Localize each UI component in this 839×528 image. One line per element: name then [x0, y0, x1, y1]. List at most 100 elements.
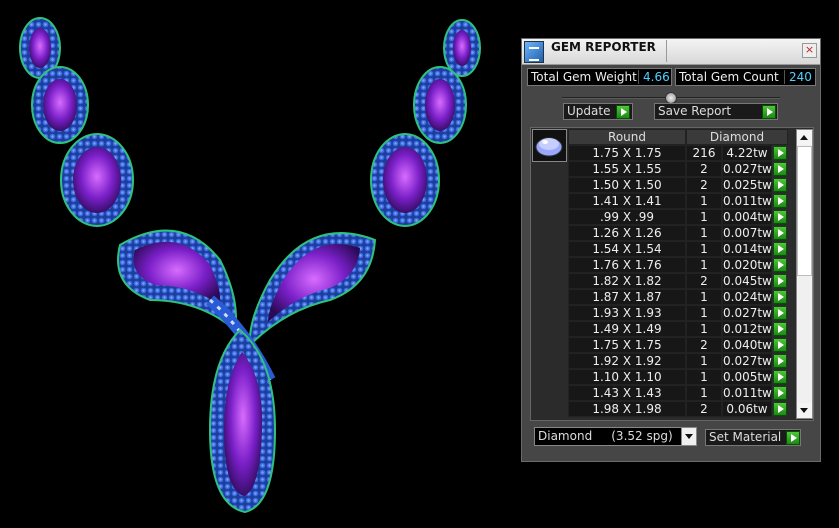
gem-count-cell: 1 — [686, 241, 722, 257]
design-viewport[interactable] — [0, 0, 520, 528]
table-row[interactable]: .99 X .99 1 0.004tw — [568, 209, 788, 225]
gem-weight-cell: 0.06tw — [722, 401, 772, 417]
select-gem-arrow-icon[interactable] — [773, 354, 787, 368]
table-row[interactable]: 1.49 X 1.49 1 0.012tw — [568, 321, 788, 337]
select-gem-arrow-icon[interactable] — [773, 146, 787, 160]
gem-weight-cell: 4.22tw — [722, 145, 772, 161]
close-icon[interactable]: × — [802, 43, 817, 58]
necklace-render — [19, 17, 481, 514]
table-row[interactable]: 1.26 X 1.26 1 0.007tw — [568, 225, 788, 241]
update-arrow-icon[interactable] — [616, 105, 630, 119]
select-gem-arrow-icon[interactable] — [773, 402, 787, 416]
gem-size-cell: 1.41 X 1.41 — [568, 193, 686, 209]
set-material-arrow-icon[interactable] — [786, 431, 800, 445]
total-gem-count-label: Total Gem Count — [679, 70, 779, 84]
gem-size-cell: 1.76 X 1.76 — [568, 257, 686, 273]
save-report-button[interactable]: Save Report — [654, 103, 778, 120]
select-gem-arrow-icon[interactable] — [773, 322, 787, 336]
gem-weight-cell: 0.025tw — [722, 177, 772, 193]
update-button-label: Update — [567, 104, 611, 118]
gem-size-cell: 1.54 X 1.54 — [568, 241, 686, 257]
title-bar[interactable]: GEM REPORTER × — [522, 39, 820, 65]
gem-count-cell: 2 — [686, 161, 722, 177]
left-strand — [19, 17, 237, 332]
table-row[interactable]: 1.98 X 1.98 2 0.06tw — [568, 401, 788, 417]
gem-count-cell: 1 — [686, 385, 722, 401]
gem-weight-cell: 0.005tw — [722, 369, 772, 385]
title-divider — [666, 40, 667, 62]
column-header-shape: Round — [568, 129, 686, 145]
gem-weight-cell: 0.007tw — [722, 225, 772, 241]
gem-weight-cell: 0.045tw — [722, 273, 772, 289]
table-row[interactable]: 1.76 X 1.76 1 0.020tw — [568, 257, 788, 273]
gem-weight-cell: 0.014tw — [722, 241, 772, 257]
select-gem-arrow-icon[interactable] — [773, 242, 787, 256]
select-gem-arrow-icon[interactable] — [773, 290, 787, 304]
select-gem-arrow-icon[interactable] — [773, 226, 787, 240]
gem-size-cell: 1.50 X 1.50 — [568, 177, 686, 193]
select-gem-arrow-icon[interactable] — [773, 338, 787, 352]
table-row[interactable]: 1.50 X 1.50 2 0.025tw — [568, 177, 788, 193]
total-gem-weight-value: 4.66 — [638, 70, 671, 84]
gem-size-cell: 1.55 X 1.55 — [568, 161, 686, 177]
gem-count-cell: 2 — [686, 337, 722, 353]
round-gem-thumbnail[interactable] — [532, 129, 567, 162]
gem-weight-cell: 0.027tw — [722, 161, 772, 177]
gem-size-cell: 1.98 X 1.98 — [568, 401, 686, 417]
select-gem-arrow-icon[interactable] — [773, 274, 787, 288]
gem-count-cell: 216 — [686, 145, 722, 161]
table-row[interactable]: 1.10 X 1.10 1 0.005tw — [568, 369, 788, 385]
gem-count-cell: 1 — [686, 353, 722, 369]
report-icon — [524, 41, 544, 63]
select-gem-arrow-icon[interactable] — [773, 306, 787, 320]
table-row[interactable]: 1.75 X 1.75 216 4.22tw — [568, 145, 788, 161]
table-row[interactable]: 1.82 X 1.82 2 0.045tw — [568, 273, 788, 289]
table-row[interactable]: 1.54 X 1.54 1 0.014tw — [568, 241, 788, 257]
select-gem-arrow-icon[interactable] — [773, 162, 787, 176]
chevron-down-icon[interactable] — [681, 428, 696, 445]
table-row[interactable]: 1.43 X 1.43 1 0.011tw — [568, 385, 788, 401]
gem-count-cell: 1 — [686, 321, 722, 337]
gem-size-cell: 1.75 X 1.75 — [568, 337, 686, 353]
table-scrollbar[interactable] — [796, 129, 813, 419]
table-row[interactable]: 1.93 X 1.93 1 0.027tw — [568, 305, 788, 321]
total-gem-weight-label: Total Gem Weight — [531, 70, 637, 84]
scroll-up-icon[interactable] — [797, 130, 812, 145]
right-strand — [248, 19, 481, 348]
gem-weight-cell: 0.012tw — [722, 321, 772, 337]
gem-size-cell: 1.75 X 1.75 — [568, 145, 686, 161]
gem-count-cell: 1 — [686, 369, 722, 385]
round-diamond-icon — [535, 137, 563, 157]
select-gem-arrow-icon[interactable] — [773, 386, 787, 400]
select-gem-arrow-icon[interactable] — [773, 178, 787, 192]
gem-weight-cell: 0.027tw — [722, 353, 772, 369]
gem-weight-cell: 0.040tw — [722, 337, 772, 353]
save-report-arrow-icon[interactable] — [762, 105, 776, 119]
gem-weight-cell: 0.004tw — [722, 209, 772, 225]
table-row[interactable]: 1.87 X 1.87 1 0.024tw — [568, 289, 788, 305]
gem-weight-cell: 0.011tw — [722, 385, 772, 401]
select-gem-arrow-icon[interactable] — [773, 194, 787, 208]
scroll-thumb[interactable] — [797, 146, 812, 276]
table-row[interactable]: 1.92 X 1.92 1 0.027tw — [568, 353, 788, 369]
material-select-value: Diamond (3.52 spg) — [538, 429, 673, 443]
gem-count-cell: 1 — [686, 305, 722, 321]
select-gem-arrow-icon[interactable] — [773, 258, 787, 272]
gem-size-cell: 1.43 X 1.43 — [568, 385, 686, 401]
table-row[interactable]: 1.41 X 1.41 1 0.011tw — [568, 193, 788, 209]
gem-count-cell: 1 — [686, 209, 722, 225]
table-row[interactable]: 1.55 X 1.55 2 0.027tw — [568, 161, 788, 177]
table-row[interactable]: 1.75 X 1.75 2 0.040tw — [568, 337, 788, 353]
select-gem-arrow-icon[interactable] — [773, 210, 787, 224]
window-title: GEM REPORTER — [551, 40, 656, 54]
gem-table-area: Round Diamond 1.75 X 1.75 216 4.22tw 1.55 X… — [530, 127, 814, 421]
column-header-material: Diamond — [686, 129, 788, 145]
select-gem-arrow-icon[interactable] — [773, 370, 787, 384]
material-select[interactable]: Diamond (3.52 spg) — [534, 427, 697, 446]
gem-weight-cell: 0.011tw — [722, 193, 772, 209]
gem-reporter-panel: GEM REPORTER × Total Gem Weight 4.66 Tot… — [521, 38, 821, 462]
scroll-down-icon[interactable] — [797, 403, 812, 418]
gem-size-cell: 1.26 X 1.26 — [568, 225, 686, 241]
gem-weight-cell: 0.027tw — [722, 305, 772, 321]
total-gem-weight: Total Gem Weight 4.66 — [527, 68, 672, 86]
